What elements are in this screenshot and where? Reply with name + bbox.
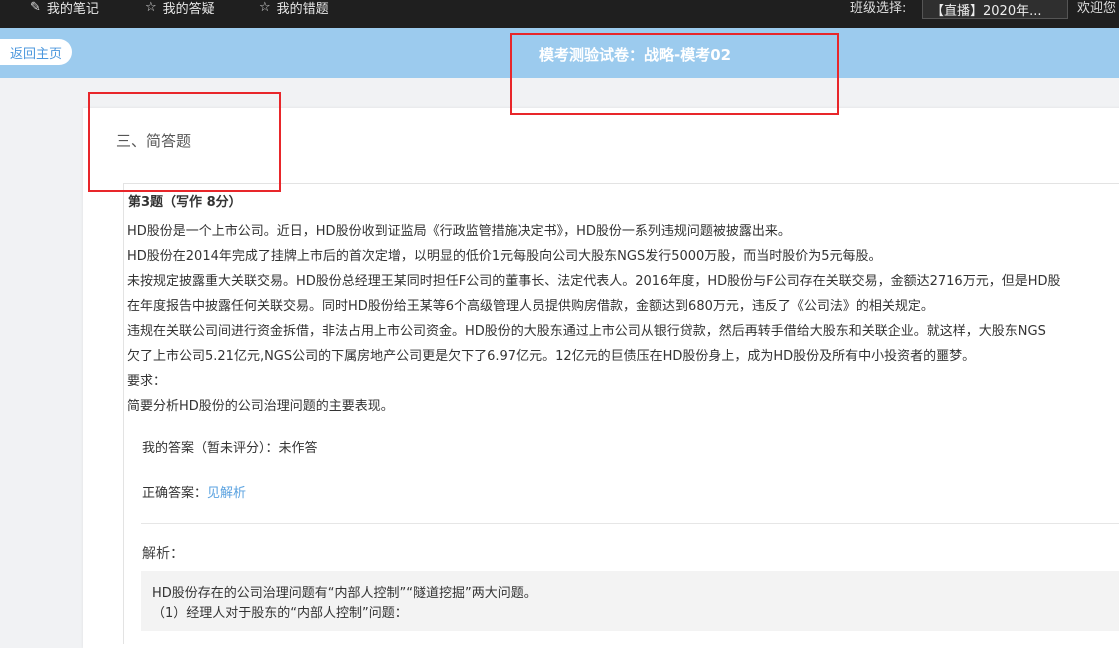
- welcome-text: 欢迎您: [1077, 1, 1117, 16]
- nav-my-mistakes[interactable]: ☆ 我的错题: [259, 0, 329, 18]
- divider: [141, 523, 1119, 524]
- question-number: 第3题（写作 8分）: [128, 195, 242, 210]
- question-line: 违规在关联公司间进行资金拆借，非法占用上市公司资金。HD股份的大股东通过上市公司…: [127, 324, 1046, 339]
- back-home-button[interactable]: 返回主页: [0, 39, 72, 65]
- correct-answer: 正确答案：见解析: [142, 482, 246, 501]
- class-select-label: 班级选择:: [850, 1, 907, 16]
- analysis-line: HD股份存在的公司治理问题有“内部人控制”“隧道挖掘”两大问题。: [152, 586, 537, 601]
- correct-answer-label: 正确答案：: [142, 486, 208, 501]
- nav-my-qa-label: 我的答疑: [162, 1, 215, 17]
- highlight-box-section: [88, 92, 281, 192]
- question-line: 欠了上市公司5.21亿元,NGS公司的下属房地产公司更是欠下了6.97亿元。12…: [127, 349, 976, 364]
- see-analysis-link[interactable]: 见解析: [207, 486, 246, 501]
- analysis-title: 解析：: [142, 546, 184, 562]
- question-line: HD股份是一个上市公司。近日，HD股份收到证监局《行政监管措施决定书》，HD股份…: [127, 224, 791, 239]
- question-line: 在年度报告中披露任何关联交易。同时HD股份给王某等6个高级管理人员提供购房借款，…: [127, 299, 934, 314]
- nav-my-notes-label: 我的笔记: [46, 1, 99, 17]
- pencil-icon: ✎: [30, 0, 41, 15]
- question-line: 简要分析HD股份的公司治理问题的主要表现。: [127, 399, 394, 414]
- highlight-box-title: [510, 33, 839, 115]
- nav-my-mistakes-label: 我的错题: [276, 1, 329, 17]
- nav-my-notes[interactable]: ✎ 我的笔记: [30, 0, 99, 18]
- nav-my-qa[interactable]: ☆ 我的答疑: [145, 0, 215, 18]
- star-icon: ☆: [145, 0, 157, 15]
- top-nav-bar: ✎ 我的笔记 ☆ 我的答疑 ☆ 我的错题 班级选择: 【直播】2020年... …: [0, 0, 1119, 28]
- question-line: 要求：: [127, 374, 167, 389]
- class-select[interactable]: 【直播】2020年...: [922, 0, 1068, 19]
- analysis-box: [141, 571, 1119, 631]
- question-line: 未按规定披露重大关联交易。HD股份总经理王某同时担任F公司的董事长、法定代表人。…: [127, 274, 1061, 289]
- my-answer: 我的答案（暂未评分）：未作答: [142, 441, 318, 456]
- analysis-line: （1）经理人对于股东的“内部人控制”问题：: [152, 606, 408, 621]
- question-line: HD股份在2014年完成了挂牌上市后的首次定增，以明显的低价1元每股向公司大股东…: [127, 249, 882, 264]
- star-icon: ☆: [259, 0, 271, 15]
